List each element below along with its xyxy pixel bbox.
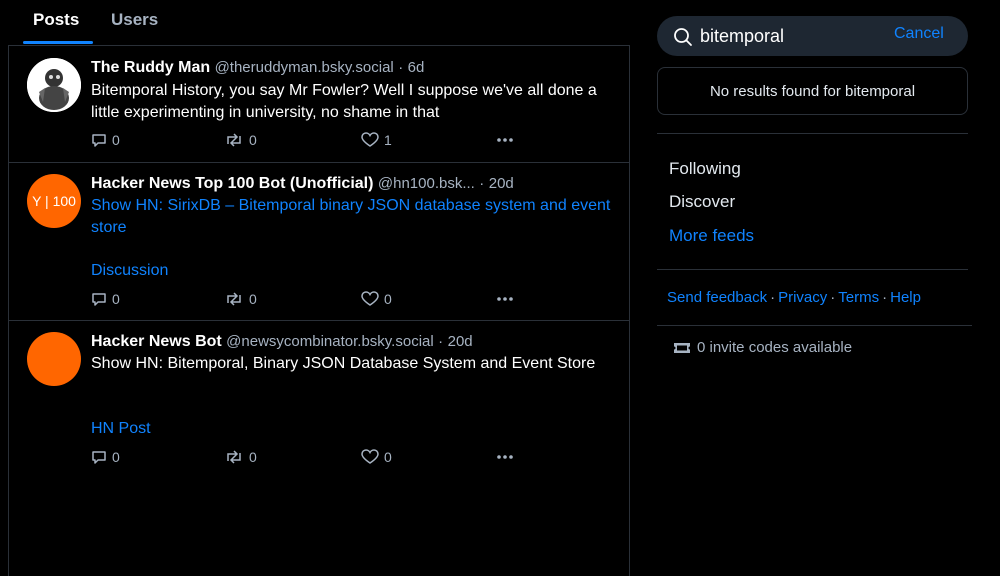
more-options-button[interactable] — [496, 132, 514, 151]
post-item[interactable]: Y | 100 Hacker News Top 100 Bot (Unoffic… — [9, 163, 629, 321]
like-button[interactable]: 0 — [361, 291, 392, 307]
separator-dot: · — [398, 59, 404, 76]
ticket-icon — [674, 342, 690, 353]
footer-separator: · — [830, 289, 836, 306]
post-actions: 0 0 0 — [91, 291, 531, 311]
ellipsis-icon — [497, 138, 513, 142]
separator-dot: · — [438, 333, 444, 350]
post-header: The Ruddy Man @theruddyman.bsky.social ·… — [91, 59, 424, 77]
repost-count: 0 — [249, 449, 257, 465]
reply-count: 0 — [112, 449, 120, 465]
post-link-text[interactable]: Show HN: SirixDB – Bitemporal binary JSO… — [91, 195, 611, 239]
repost-icon — [227, 450, 241, 464]
author-name[interactable]: Hacker News Bot — [91, 333, 222, 350]
post-header: Hacker News Top 100 Bot (Unofficial) @hn… — [91, 175, 514, 193]
avatar[interactable] — [27, 58, 81, 112]
divider — [657, 269, 968, 270]
feed-link-discover[interactable]: Discover — [669, 192, 735, 212]
more-options-button[interactable] — [496, 449, 514, 468]
terms-link[interactable]: Terms — [838, 289, 879, 306]
repost-icon — [227, 133, 241, 147]
footer-links: Send feedback · Privacy · Terms · Help — [667, 289, 921, 306]
post-header: Hacker News Bot @newsycombinator.bsky.so… — [91, 333, 473, 351]
footer-separator: · — [770, 289, 776, 306]
like-count: 0 — [384, 449, 392, 465]
footer-separator: · — [882, 289, 888, 306]
post-time[interactable]: 20d — [448, 333, 473, 350]
author-handle[interactable]: @hn100.bsk... — [378, 175, 475, 192]
repost-button[interactable]: 0 — [224, 132, 257, 148]
no-results-message: No results found for bitemporal — [657, 67, 968, 115]
avatar-image — [27, 58, 81, 112]
post-item[interactable]: Hacker News Bot @newsycombinator.bsky.so… — [9, 321, 629, 481]
search-input[interactable] — [700, 23, 885, 49]
reply-icon — [92, 451, 106, 464]
reply-button[interactable]: 0 — [91, 132, 120, 148]
help-link[interactable]: Help — [890, 289, 921, 306]
tab-users[interactable]: Users — [111, 10, 158, 30]
repost-count: 0 — [249, 291, 257, 307]
post-item[interactable]: The Ruddy Man @theruddyman.bsky.social ·… — [9, 46, 629, 163]
repost-button[interactable]: 0 — [224, 449, 257, 465]
send-feedback-link[interactable]: Send feedback — [667, 289, 767, 306]
more-options-button[interactable] — [496, 291, 514, 310]
avatar-label: Y | 100 — [32, 193, 76, 209]
reply-button[interactable]: 0 — [91, 449, 120, 465]
reply-count: 0 — [112, 291, 120, 307]
search-icon — [673, 27, 693, 52]
feed-link-following[interactable]: Following — [669, 159, 741, 179]
more-feeds-link[interactable]: More feeds — [669, 226, 754, 246]
avatar[interactable]: Y | 100 — [27, 174, 81, 228]
repost-icon — [227, 292, 241, 306]
repost-count: 0 — [249, 132, 257, 148]
tab-posts[interactable]: Posts — [33, 10, 79, 30]
search-tabs: Posts Users — [0, 0, 630, 46]
divider — [657, 325, 972, 326]
heart-icon — [361, 449, 379, 464]
cancel-button[interactable]: Cancel — [894, 25, 944, 43]
like-count: 1 — [384, 132, 392, 148]
author-handle[interactable]: @newsycombinator.bsky.social — [226, 333, 434, 350]
search-bar: Cancel — [657, 16, 968, 56]
repost-button[interactable]: 0 — [224, 291, 257, 307]
post-text: Show HN: Bitemporal, Binary JSON Databas… — [91, 355, 596, 372]
search-results-feed: The Ruddy Man @theruddyman.bsky.social ·… — [8, 45, 630, 576]
hn-post-link[interactable]: HN Post — [91, 420, 151, 438]
reply-count: 0 — [112, 132, 120, 148]
post-time[interactable]: 6d — [408, 59, 425, 76]
post-actions: 0 0 0 — [91, 449, 531, 469]
reply-button[interactable]: 0 — [91, 291, 120, 307]
post-actions: 0 0 1 — [91, 132, 531, 152]
invite-codes-text: 0 invite codes available — [697, 339, 853, 356]
like-count: 0 — [384, 291, 392, 307]
like-button[interactable]: 0 — [361, 449, 392, 465]
author-name[interactable]: The Ruddy Man — [91, 59, 210, 76]
divider — [657, 133, 968, 134]
active-tab-indicator — [23, 41, 93, 44]
avatar[interactable] — [27, 332, 81, 386]
reply-icon — [92, 293, 106, 306]
discussion-link[interactable]: Discussion — [91, 262, 168, 280]
heart-icon — [361, 132, 379, 147]
author-name[interactable]: Hacker News Top 100 Bot (Unofficial) — [91, 175, 373, 192]
post-text: Bitemporal History, you say Mr Fowler? W… — [91, 82, 597, 121]
ellipsis-icon — [497, 297, 513, 301]
heart-icon — [361, 291, 379, 306]
invite-codes[interactable]: 0 invite codes available — [673, 339, 852, 356]
reply-icon — [92, 134, 106, 147]
author-handle[interactable]: @theruddyman.bsky.social — [215, 59, 394, 76]
privacy-link[interactable]: Privacy — [778, 289, 827, 306]
post-time[interactable]: 20d — [489, 175, 514, 192]
ellipsis-icon — [497, 455, 513, 459]
like-button[interactable]: 1 — [361, 132, 392, 148]
separator-dot: · — [479, 175, 485, 192]
